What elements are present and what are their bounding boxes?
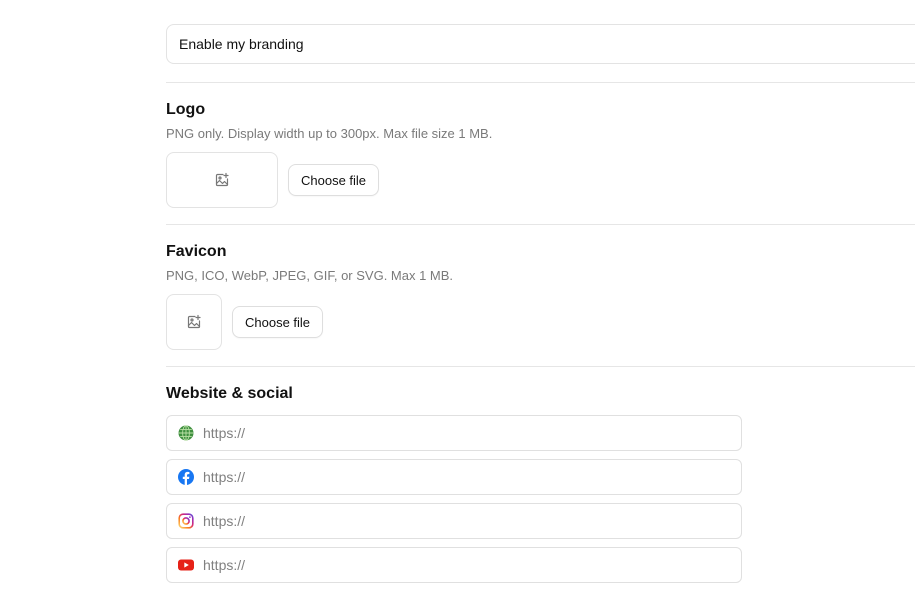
divider — [166, 82, 915, 83]
favicon-section-title: Favicon — [166, 243, 227, 260]
globe-icon — [177, 425, 194, 442]
instagram-url-input[interactable] — [203, 513, 723, 529]
divider — [166, 224, 915, 225]
branding-settings-page: Enable my branding Logo PNG only. Displa… — [0, 0, 915, 596]
enable-branding-label: Enable my branding — [179, 36, 304, 52]
website-url-field[interactable] — [166, 415, 742, 451]
favicon-choose-file-button[interactable]: Choose file — [232, 306, 324, 338]
divider — [166, 366, 915, 367]
facebook-url-input[interactable] — [203, 469, 723, 485]
logo-choose-file-button[interactable]: Choose file — [288, 164, 380, 196]
youtube-url-field[interactable] — [166, 547, 742, 583]
enable-branding-option[interactable]: Enable my branding — [166, 24, 915, 64]
instagram-url-field[interactable] — [166, 503, 742, 539]
website-url-input[interactable] — [203, 425, 723, 441]
logo-section-title: Logo — [166, 101, 206, 118]
facebook-icon — [177, 469, 194, 486]
youtube-icon — [177, 557, 194, 574]
favicon-section-description: PNG, ICO, WebP, JPEG, GIF, or SVG. Max 1… — [166, 268, 454, 283]
facebook-url-field[interactable] — [166, 459, 742, 495]
logo-preview[interactable] — [166, 152, 278, 208]
website-social-section-title: Website & social — [166, 385, 293, 402]
add-image-icon — [186, 314, 202, 330]
add-image-icon — [214, 172, 230, 188]
youtube-url-input[interactable] — [203, 557, 723, 573]
logo-section-description: PNG only. Display width up to 300px. Max… — [166, 126, 493, 141]
instagram-icon — [177, 513, 194, 530]
favicon-preview[interactable] — [166, 294, 222, 350]
